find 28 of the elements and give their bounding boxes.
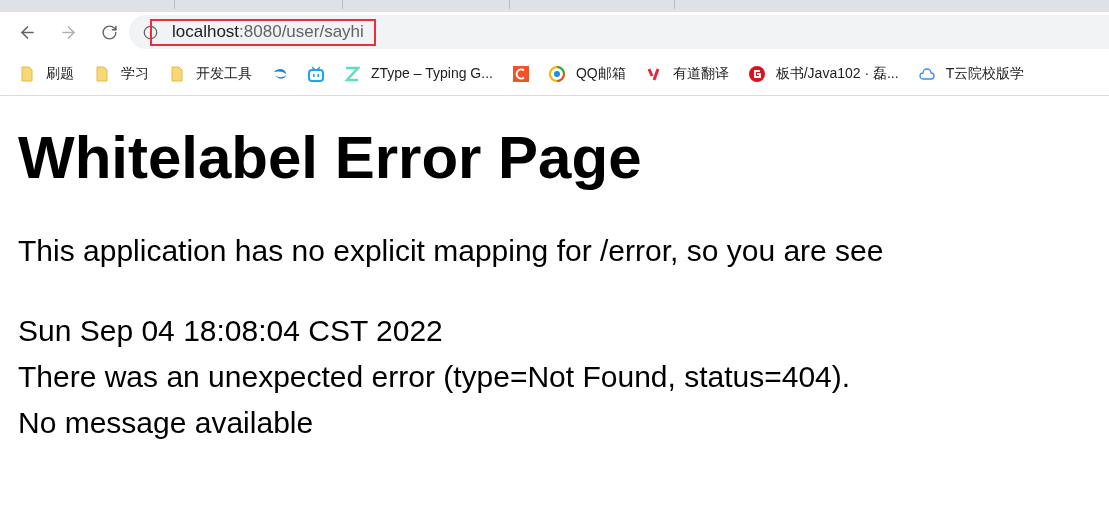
- error-message: This application has no explicit mapping for /error, so you are see: [18, 233, 885, 269]
- g-letter-icon: [748, 65, 765, 82]
- qq-icon: [548, 65, 565, 82]
- folder-icon: [94, 65, 110, 82]
- error-detail: No message available: [18, 405, 315, 441]
- folder-icon: [19, 65, 35, 82]
- error-detail: Sun Sep 04 18:08:04 CST 2022: [18, 313, 444, 349]
- folder-icon: [169, 65, 185, 82]
- bookmark[interactable]: 学习: [94, 63, 149, 84]
- page-heading: Whitelabel Error Page: [18, 123, 643, 193]
- info-icon: [143, 24, 158, 40]
- bookmark[interactable]: QQ邮箱: [548, 63, 626, 84]
- bookmark[interactable]: [512, 65, 529, 82]
- bookmark[interactable]: 板书/Java102 · 磊...: [748, 63, 899, 84]
- bookmark[interactable]: 开发工具: [169, 63, 252, 84]
- c-letter-icon: [512, 65, 529, 82]
- bookmark[interactable]: [308, 65, 324, 82]
- tv-icon: [308, 65, 324, 82]
- error-detail: There was an unexpected error (type=Not Found, status=404).: [18, 359, 852, 395]
- address-bar[interactable]: localhost:8080/user/sayhi: [129, 15, 1109, 49]
- bookmark[interactable]: 有道翻译: [645, 63, 729, 84]
- reload-icon: [100, 23, 118, 41]
- z-letter-icon: [344, 65, 360, 82]
- bookmark[interactable]: T云院校版学: [918, 63, 1025, 84]
- cloud-icon: [918, 65, 935, 82]
- url-text: localhost:8080/user/sayhi: [172, 21, 364, 44]
- bookmark[interactable]: 刷题: [19, 63, 74, 84]
- bookmark[interactable]: ZType – Typing G...: [344, 63, 493, 84]
